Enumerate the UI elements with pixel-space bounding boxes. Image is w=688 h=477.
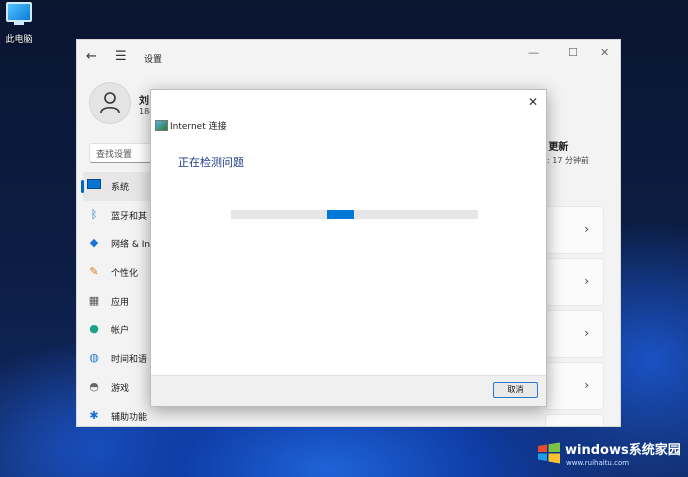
- settings-card[interactable]: ›: [545, 362, 604, 410]
- close-icon[interactable]: ✕: [600, 46, 609, 59]
- settings-title: 设置: [144, 55, 163, 65]
- monitor-icon: [87, 179, 101, 193]
- maximize-icon[interactable]: ☐: [568, 46, 578, 59]
- chevron-right-icon: ›: [584, 378, 589, 392]
- settings-card[interactable]: ›: [545, 206, 604, 254]
- watermark: windows系统家园 www.ruihaitu.com: [537, 438, 685, 472]
- user-profile[interactable]: 刘 184: [89, 82, 154, 124]
- nav-label: 帐户: [111, 326, 130, 337]
- hamburger-menu-icon[interactable]: ☰: [115, 49, 127, 64]
- nav-label: 蓝牙和其: [111, 211, 148, 222]
- nav-label: 网络 & In: [111, 240, 151, 251]
- settings-card[interactable]: [545, 414, 604, 426]
- windows-logo-icon: [538, 442, 560, 464]
- avatar: [89, 82, 131, 124]
- progress-marquee: [327, 210, 354, 219]
- this-pc-desktop-icon[interactable]: 此电脑: [2, 2, 36, 45]
- nav-label: 个性化: [111, 269, 139, 280]
- nav-label: 系统: [111, 183, 130, 193]
- active-indicator: [81, 180, 84, 193]
- settings-titlebar: ← ☰ 设置 — ☐ ✕: [77, 40, 620, 72]
- profile-name: 刘: [139, 96, 149, 107]
- dialog-footer: 取消: [151, 375, 546, 406]
- chevron-right-icon: ›: [584, 274, 589, 288]
- back-arrow-icon[interactable]: ←: [86, 49, 97, 64]
- person-icon: [100, 92, 120, 114]
- troubleshooter-icon: [155, 120, 168, 131]
- dialog-heading: 正在检测问题: [178, 156, 244, 169]
- paintbrush-icon: ✎: [89, 265, 99, 279]
- nav-label: 游戏: [111, 383, 130, 394]
- chevron-right-icon: ›: [584, 326, 589, 340]
- settings-card[interactable]: ›: [545, 258, 604, 306]
- watermark-brand: windows系统家园: [565, 443, 681, 458]
- cancel-button[interactable]: 取消: [493, 382, 538, 398]
- dialog-title: Internet 连接: [170, 122, 227, 132]
- apps-icon: ▦: [88, 293, 100, 307]
- globe-clock-icon: ◍: [89, 351, 99, 365]
- desktop-icon-label: 此电脑: [5, 35, 33, 45]
- bluetooth-icon: ᛒ: [90, 207, 98, 221]
- nav-label: 应用: [111, 297, 130, 308]
- monitor-icon: [6, 2, 32, 22]
- watermark-url: www.ruihaitu.com: [566, 459, 630, 467]
- chevron-right-icon: ›: [584, 222, 589, 236]
- accessibility-icon: ✱: [89, 408, 99, 422]
- nav-label: 时间和语: [111, 355, 148, 366]
- network-icon: ◆: [89, 236, 99, 250]
- minimize-icon[interactable]: —: [528, 46, 539, 59]
- gamepad-icon: ◓: [89, 379, 99, 393]
- progress-bar: [231, 210, 478, 219]
- troubleshooter-dialog: ✕ Internet 连接 正在检测问题 取消: [150, 89, 547, 407]
- account-icon: ●: [89, 322, 99, 336]
- settings-card[interactable]: ›: [545, 310, 604, 358]
- close-icon[interactable]: ✕: [528, 95, 538, 109]
- nav-label: 辅助功能: [111, 412, 148, 423]
